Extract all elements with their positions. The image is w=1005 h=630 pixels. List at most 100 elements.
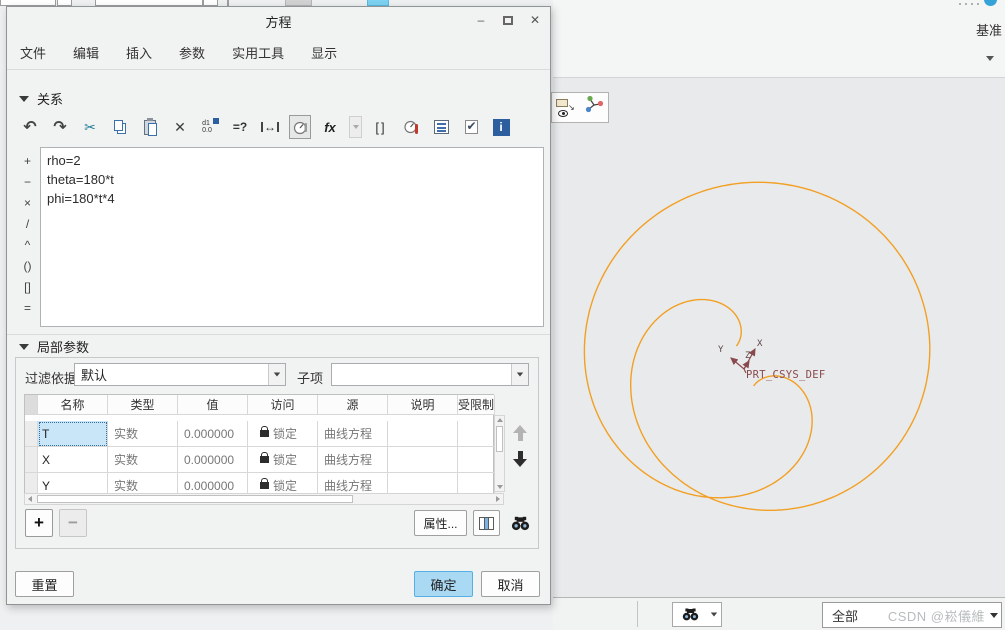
ribbon-area: 基准 [553, 0, 1005, 78]
op-brackets[interactable]: [] [24, 280, 31, 295]
param-type-cell[interactable]: 实数 [108, 421, 178, 447]
scroll-right-icon[interactable] [496, 496, 500, 502]
op-divide[interactable]: / [26, 217, 29, 232]
copy-icon[interactable] [109, 115, 131, 139]
op-parens[interactable]: () [24, 259, 32, 274]
units-review-icon[interactable] [400, 115, 422, 139]
move-row-down-button[interactable] [512, 451, 528, 469]
insert-units-icon[interactable] [289, 115, 311, 139]
delete-icon[interactable]: ✕ [169, 115, 191, 139]
op-multiply[interactable]: × [24, 196, 31, 211]
undo-icon[interactable]: ↶ [19, 115, 41, 139]
param-type-cell[interactable]: 实数 [108, 447, 178, 473]
col-header-name[interactable]: 名称 [38, 395, 108, 415]
find-parameter-button[interactable] [506, 510, 534, 536]
binoculars-icon [682, 608, 698, 621]
relations-toolbar: ↶ ↷ ✂ ✕ d1 0.0 =? ↔ fx [] ✔ i [19, 113, 512, 141]
param-restricted-cell[interactable] [458, 447, 495, 473]
op-power[interactable]: ^ [25, 238, 31, 253]
info-icon[interactable]: i [490, 115, 512, 139]
param-description-cell[interactable] [388, 447, 458, 473]
filter-select[interactable]: 默认 [74, 363, 286, 386]
minimize-icon[interactable]: – [474, 13, 488, 27]
row-selector[interactable] [25, 447, 38, 473]
properties-button[interactable]: 属性... [414, 510, 467, 536]
functions-dropdown-icon[interactable] [349, 116, 362, 138]
status-filter-combobox[interactable]: 全部 CSDN @崧儀維 [822, 602, 1002, 628]
binoculars-icon [511, 516, 529, 530]
local-params-section-header[interactable]: 局部参数 [19, 337, 89, 356]
cancel-button[interactable]: 取消 [481, 571, 540, 597]
col-header-description[interactable]: 说明 [388, 395, 458, 415]
param-name-cell[interactable]: X [38, 447, 108, 473]
move-row-up-button[interactable] [512, 425, 528, 443]
reset-button[interactable]: 重置 [15, 571, 74, 597]
relations-editor: + − × / ^ () [] = rho=2 theta=180*t phi=… [15, 147, 544, 327]
local-params-section-label: 局部参数 [37, 340, 90, 355]
table-vertical-scrollbar[interactable] [494, 415, 505, 492]
relations-section-header[interactable]: 关系 [19, 89, 63, 108]
evaluate-icon[interactable]: =? [229, 115, 251, 139]
param-restricted-cell[interactable] [458, 421, 495, 447]
status-find-button[interactable] [672, 602, 708, 627]
brackets-icon[interactable]: [] [370, 115, 392, 139]
col-header-access[interactable]: 访问 [248, 395, 318, 415]
dialog-titlebar[interactable]: 方程 – ✕ [7, 7, 550, 36]
op-plus[interactable]: + [24, 154, 31, 169]
param-value-cell[interactable]: 0.000000 [178, 447, 248, 473]
parameters-table: 名称 类型 值 访问 源 说明 受限制 T 实数 0.000000 锁定 曲线方… [24, 394, 495, 500]
column-settings-button[interactable] [473, 510, 500, 536]
param-access-cell[interactable]: 锁定 [248, 447, 318, 473]
close-icon[interactable]: ✕ [528, 13, 542, 27]
menu-edit[interactable]: 编辑 [73, 43, 99, 62]
table-corner [25, 395, 38, 415]
help-icon[interactable] [984, 0, 997, 6]
op-minus[interactable]: − [24, 175, 31, 190]
menu-show[interactable]: 显示 [311, 43, 337, 62]
graphics-viewport[interactable] [553, 78, 1005, 597]
op-equals[interactable]: = [24, 301, 31, 316]
menu-utilities[interactable]: 实用工具 [232, 43, 284, 62]
equation-line: phi=180*t*4 [47, 191, 115, 206]
param-access-cell[interactable]: 锁定 [248, 421, 318, 447]
param-name-cell[interactable]: T [38, 421, 108, 447]
param-value-cell[interactable]: 0.000000 [178, 421, 248, 447]
cut-icon[interactable]: ✂ [79, 115, 101, 139]
scroll-down-icon[interactable] [497, 485, 503, 489]
param-description-cell[interactable] [388, 421, 458, 447]
ribbon-dot [959, 3, 961, 5]
scrollbar-thumb[interactable] [37, 495, 353, 503]
datum-display-icon[interactable] [584, 95, 604, 120]
param-source-cell[interactable]: 曲线方程 [318, 421, 388, 447]
row-selector[interactable] [25, 421, 38, 447]
subitem-select[interactable] [331, 363, 529, 386]
table-horizontal-scrollbar[interactable] [24, 493, 504, 505]
col-header-type[interactable]: 类型 [108, 395, 178, 415]
measure-icon[interactable]: ↔ [259, 115, 281, 139]
status-divider [637, 601, 638, 627]
paste-icon[interactable] [139, 115, 161, 139]
menu-insert[interactable]: 插入 [126, 43, 152, 62]
sorted-list-icon[interactable] [430, 115, 452, 139]
status-find-dropdown[interactable] [707, 602, 722, 627]
maximize-icon[interactable] [501, 13, 515, 27]
equation-text-area[interactable]: rho=2 theta=180*t phi=180*t*4 [40, 147, 544, 327]
redo-icon[interactable]: ↷ [49, 115, 71, 139]
functions-icon[interactable]: fx [319, 115, 341, 139]
sort-dimensions-icon[interactable]: d1 0.0 [199, 115, 221, 139]
menu-parameters[interactable]: 参数 [179, 43, 205, 62]
display-style-icon[interactable]: ↘ [556, 98, 576, 118]
col-header-restricted[interactable]: 受限制 [458, 395, 495, 415]
chevron-down-icon [516, 372, 524, 377]
col-header-value[interactable]: 值 [178, 395, 248, 415]
add-parameter-button[interactable]: + [25, 509, 53, 537]
scroll-up-icon[interactable] [496, 418, 503, 422]
scrollbar-thumb[interactable] [496, 426, 503, 452]
menu-file[interactable]: 文件 [20, 43, 46, 62]
datum-group-chevron-down-icon[interactable] [986, 56, 994, 61]
verify-relations-icon[interactable] [460, 115, 482, 139]
param-source-cell[interactable]: 曲线方程 [318, 447, 388, 473]
scroll-left-icon[interactable] [28, 496, 32, 502]
ok-button[interactable]: 确定 [414, 571, 473, 597]
col-header-source[interactable]: 源 [318, 395, 388, 415]
